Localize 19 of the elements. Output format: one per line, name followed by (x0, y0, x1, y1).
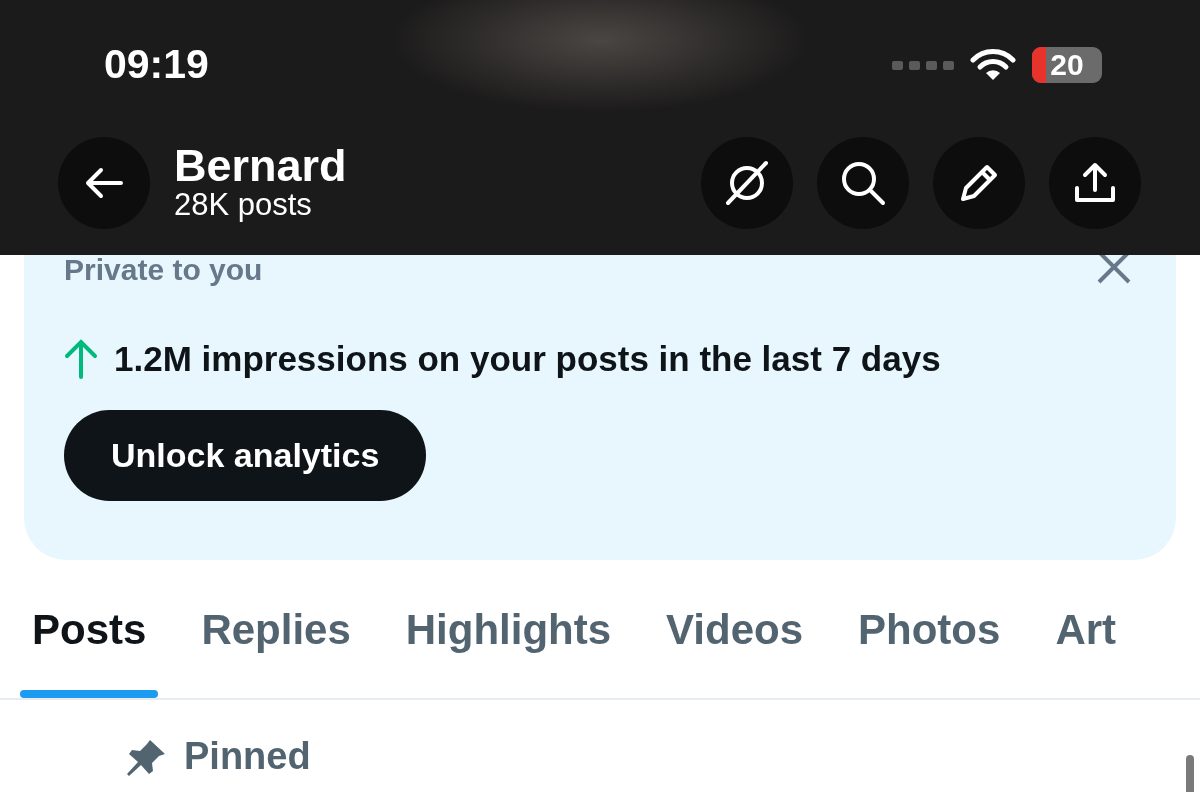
wifi-icon (970, 48, 1016, 82)
profile-tab[interactable]: Highlights (393, 560, 624, 698)
up-arrow-icon (64, 339, 98, 380)
unlock-analytics-button[interactable]: Unlock analytics (64, 409, 427, 501)
profile-tab[interactable]: Videos (654, 560, 816, 698)
impressions-text: 1.2M impressions on your posts in the last 7 days (114, 338, 941, 380)
profile-tab[interactable]: Posts (20, 560, 159, 698)
pinned-label: Pinned (184, 734, 311, 779)
profile-tab[interactable]: Art (1043, 560, 1129, 698)
signal-icon (892, 60, 954, 70)
back-arrow-icon (84, 166, 124, 199)
close-icon[interactable] (1096, 255, 1132, 285)
card-label: Private to you (64, 255, 263, 285)
battery-indicator: 20 (1032, 47, 1102, 83)
profile-tab[interactable]: Replies (189, 560, 363, 698)
post-count: 28K posts (174, 187, 313, 223)
status-time: 09:19 (104, 40, 209, 90)
profile-name: Bernard (174, 142, 347, 188)
profile-tab[interactable]: Photos (846, 560, 1013, 698)
